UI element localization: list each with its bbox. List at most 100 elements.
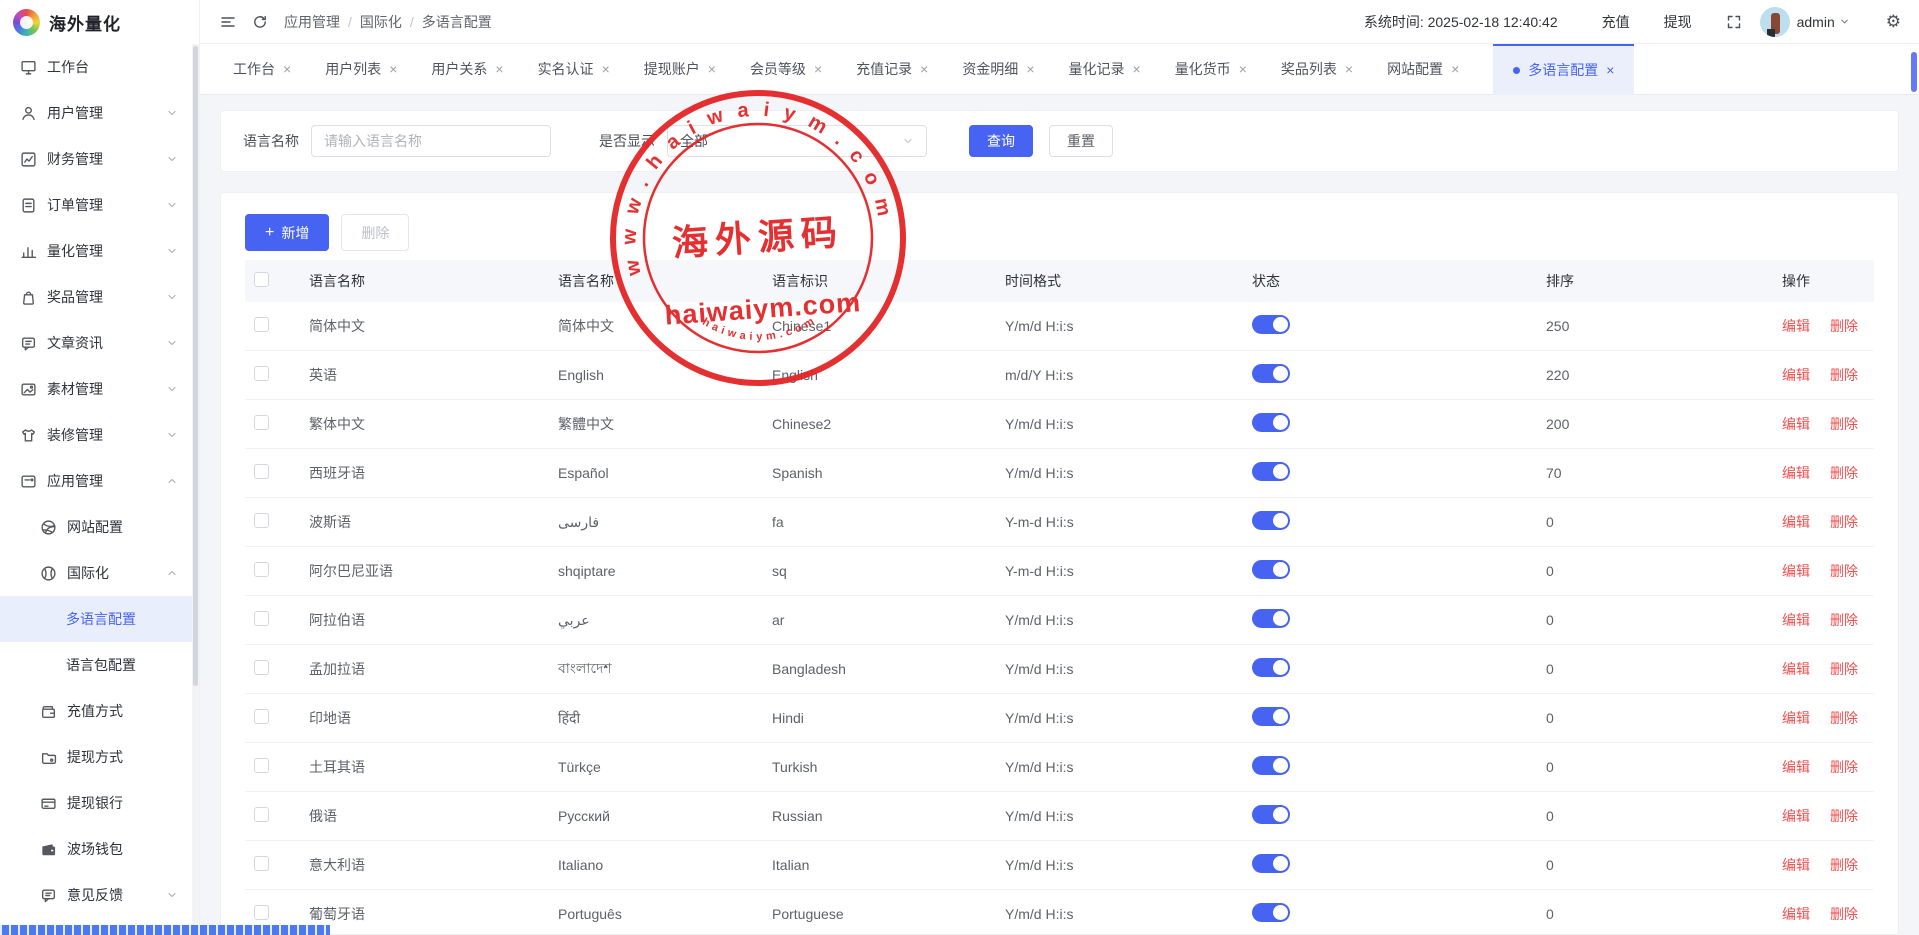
tab-量化货币[interactable]: 量化货币 ×	[1175, 44, 1247, 95]
row-checkbox[interactable]	[254, 415, 269, 430]
row-checkbox[interactable]	[254, 562, 269, 577]
delete-link[interactable]: 删除	[1830, 757, 1858, 777]
sidebar-item-应用管理[interactable]: 应用管理	[0, 458, 192, 504]
edit-link[interactable]: 编辑	[1782, 463, 1810, 483]
delete-link[interactable]: 删除	[1830, 316, 1858, 336]
edit-link[interactable]: 编辑	[1782, 365, 1810, 385]
edit-link[interactable]: 编辑	[1782, 512, 1810, 532]
status-toggle[interactable]	[1252, 805, 1290, 824]
status-toggle[interactable]	[1252, 756, 1290, 775]
row-checkbox[interactable]	[254, 366, 269, 381]
reset-button[interactable]: 重置	[1049, 125, 1113, 157]
sidebar-item-意见反馈[interactable]: 意见反馈	[0, 872, 192, 918]
edit-link[interactable]: 编辑	[1782, 414, 1810, 434]
tabbar-scroll-indicator[interactable]	[1911, 52, 1917, 92]
tab-close-icon[interactable]: ×	[708, 62, 716, 76]
user-menu[interactable]: admin	[1797, 14, 1850, 30]
row-checkbox[interactable]	[254, 611, 269, 626]
status-toggle[interactable]	[1252, 315, 1290, 334]
sidebar-item-工作台[interactable]: 工作台	[0, 44, 192, 90]
tab-网站配置[interactable]: 网站配置 ×	[1387, 44, 1459, 95]
row-checkbox[interactable]	[254, 758, 269, 773]
edit-link[interactable]: 编辑	[1782, 610, 1810, 630]
sidebar-item-量化管理[interactable]: 量化管理	[0, 228, 192, 274]
fullscreen-icon[interactable]	[1726, 14, 1742, 30]
status-toggle[interactable]	[1252, 707, 1290, 726]
add-button[interactable]: + 新增	[245, 214, 329, 251]
sidebar-item-多语言配置[interactable]: 多语言配置	[0, 596, 192, 642]
edit-link[interactable]: 编辑	[1782, 757, 1810, 777]
breadcrumb-item[interactable]: 国际化	[360, 12, 402, 32]
tab-close-icon[interactable]: ×	[814, 62, 822, 76]
refresh-icon[interactable]	[252, 14, 268, 30]
avatar[interactable]	[1760, 7, 1790, 37]
row-checkbox[interactable]	[254, 807, 269, 822]
sidebar-item-提现方式[interactable]: 提现方式	[0, 734, 192, 780]
sidebar-item-充值方式[interactable]: 充值方式	[0, 688, 192, 734]
sidebar-item-订单管理[interactable]: 订单管理	[0, 182, 192, 228]
tab-close-icon[interactable]: ×	[495, 62, 503, 76]
sidebar-item-文章资讯[interactable]: 文章资讯	[0, 320, 192, 366]
select-all-checkbox[interactable]	[254, 272, 269, 287]
withdraw-link[interactable]: 提现	[1664, 12, 1692, 32]
row-checkbox[interactable]	[254, 317, 269, 332]
status-toggle[interactable]	[1252, 560, 1290, 579]
tab-实名认证[interactable]: 实名认证 ×	[538, 44, 610, 95]
status-toggle[interactable]	[1252, 658, 1290, 677]
row-checkbox[interactable]	[254, 709, 269, 724]
delete-link[interactable]: 删除	[1830, 708, 1858, 728]
sidebar-item-语言包配置[interactable]: 语言包配置	[0, 642, 192, 688]
row-checkbox[interactable]	[254, 464, 269, 479]
tab-close-icon[interactable]: ×	[1606, 63, 1614, 77]
status-toggle[interactable]	[1252, 413, 1290, 432]
edit-link[interactable]: 编辑	[1782, 708, 1810, 728]
delete-link[interactable]: 删除	[1830, 463, 1858, 483]
status-toggle[interactable]	[1252, 462, 1290, 481]
delete-link[interactable]: 删除	[1830, 414, 1858, 434]
edit-link[interactable]: 编辑	[1782, 561, 1810, 581]
breadcrumb-item[interactable]: 应用管理	[284, 12, 340, 32]
delete-link[interactable]: 删除	[1830, 806, 1858, 826]
row-checkbox[interactable]	[254, 856, 269, 871]
tab-close-icon[interactable]: ×	[389, 62, 397, 76]
tab-close-icon[interactable]: ×	[1026, 62, 1034, 76]
delete-link[interactable]: 删除	[1830, 855, 1858, 875]
sidebar-item-提现银行[interactable]: 提现银行	[0, 780, 192, 826]
collapse-menu-icon[interactable]	[220, 14, 236, 30]
edit-link[interactable]: 编辑	[1782, 806, 1810, 826]
edit-link[interactable]: 编辑	[1782, 659, 1810, 679]
status-toggle[interactable]	[1252, 511, 1290, 530]
tab-提现账户[interactable]: 提现账户 ×	[644, 44, 716, 95]
tab-用户关系[interactable]: 用户关系 ×	[431, 44, 503, 95]
sidebar-scrollbar[interactable]	[192, 44, 199, 935]
sidebar-item-用户管理[interactable]: 用户管理	[0, 90, 192, 136]
tab-close-icon[interactable]: ×	[602, 62, 610, 76]
status-toggle[interactable]	[1252, 903, 1290, 922]
row-checkbox[interactable]	[254, 905, 269, 920]
sidebar-item-波场钱包[interactable]: 波场钱包	[0, 826, 192, 872]
sidebar-item-国际化[interactable]: 国际化	[0, 550, 192, 596]
tab-奖品列表[interactable]: 奖品列表 ×	[1281, 44, 1353, 95]
show-filter-select[interactable]: 全部	[667, 125, 927, 157]
status-toggle[interactable]	[1252, 609, 1290, 628]
gear-icon[interactable]: ⚙	[1886, 12, 1901, 32]
tab-资金明细[interactable]: 资金明细 ×	[962, 44, 1034, 95]
row-checkbox[interactable]	[254, 513, 269, 528]
recharge-link[interactable]: 充值	[1602, 12, 1630, 32]
delete-link[interactable]: 删除	[1830, 904, 1858, 924]
status-toggle[interactable]	[1252, 854, 1290, 873]
row-checkbox[interactable]	[254, 660, 269, 675]
tab-close-icon[interactable]: ×	[1133, 62, 1141, 76]
search-button[interactable]: 查询	[969, 125, 1033, 157]
tab-用户列表[interactable]: 用户列表 ×	[325, 44, 397, 95]
edit-link[interactable]: 编辑	[1782, 904, 1810, 924]
tab-close-icon[interactable]: ×	[283, 62, 291, 76]
tab-多语言配置[interactable]: 多语言配置 ×	[1493, 44, 1634, 95]
sidebar-item-素材管理[interactable]: 素材管理	[0, 366, 192, 412]
tab-量化记录[interactable]: 量化记录 ×	[1069, 44, 1141, 95]
delete-link[interactable]: 删除	[1830, 512, 1858, 532]
status-toggle[interactable]	[1252, 364, 1290, 383]
sidebar-item-网站配置[interactable]: 网站配置	[0, 504, 192, 550]
tab-充值记录[interactable]: 充值记录 ×	[856, 44, 928, 95]
tab-工作台[interactable]: 工作台 ×	[233, 44, 291, 95]
